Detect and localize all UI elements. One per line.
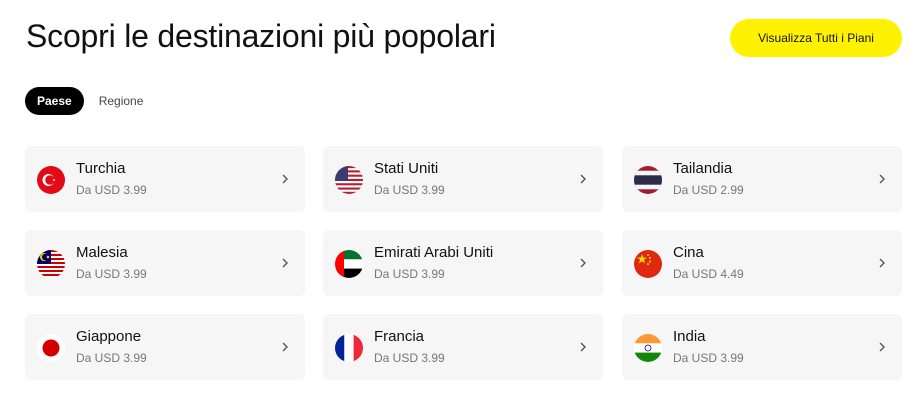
destination-price: Da USD 4.49 (673, 267, 744, 281)
chevron-right-icon (279, 256, 291, 270)
malaysia-flag-icon (37, 250, 65, 278)
chevron-right-icon (577, 340, 589, 354)
chevron-right-icon (577, 256, 589, 270)
japan-flag-icon (37, 334, 65, 362)
france-flag-icon (335, 334, 363, 362)
destination-card-malaysia[interactable]: Malesia Da USD 3.99 (25, 230, 305, 296)
destination-card-uae[interactable]: Emirati Arabi Uniti Da USD 3.99 (323, 230, 603, 296)
destination-card-thailand[interactable]: Tailandia Da USD 2.99 (622, 146, 902, 212)
uae-flag-icon (335, 250, 363, 278)
destination-price: Da USD 3.99 (76, 267, 147, 281)
destination-name: Malesia (76, 244, 128, 261)
destination-name: India (673, 328, 706, 345)
destination-price: Da USD 3.99 (374, 267, 445, 281)
destination-card-china[interactable]: Cina Da USD 4.49 (622, 230, 902, 296)
destination-price: Da USD 3.99 (76, 351, 147, 365)
destination-card-france[interactable]: Francia Da USD 3.99 (323, 314, 603, 380)
chevron-right-icon (876, 256, 888, 270)
destination-name: Stati Uniti (374, 160, 439, 177)
destination-price: Da USD 3.99 (374, 183, 445, 197)
tab-region[interactable]: Regione (87, 87, 156, 115)
india-flag-icon (634, 334, 662, 362)
destination-name: Emirati Arabi Uniti (374, 244, 494, 261)
destination-card-usa[interactable]: Stati Uniti Da USD 3.99 (323, 146, 603, 212)
destination-price: Da USD 3.99 (76, 183, 147, 197)
destination-price: Da USD 2.99 (673, 183, 744, 197)
chevron-right-icon (876, 172, 888, 186)
chevron-right-icon (577, 172, 589, 186)
destination-card-turkey[interactable]: Turchia Da USD 3.99 (25, 146, 305, 212)
turkey-flag-icon (37, 166, 65, 194)
destination-name: Cina (673, 244, 704, 261)
usa-flag-icon (335, 166, 363, 194)
chevron-right-icon (279, 340, 291, 354)
destination-price: Da USD 3.99 (374, 351, 445, 365)
destination-name: Tailandia (673, 160, 733, 177)
destination-card-japan[interactable]: Giappone Da USD 3.99 (25, 314, 305, 380)
chevron-right-icon (279, 172, 291, 186)
china-flag-icon (634, 250, 662, 278)
destination-card-india[interactable]: India Da USD 3.99 (622, 314, 902, 380)
page-title: Scopri le destinazioni più popolari (26, 18, 496, 54)
chevron-right-icon (876, 340, 888, 354)
destination-name: Turchia (76, 160, 126, 177)
filter-tabs: Paese Regione (25, 87, 155, 115)
tab-country[interactable]: Paese (25, 87, 84, 115)
destination-name: Giappone (76, 328, 142, 345)
thailand-flag-icon (634, 166, 662, 194)
destination-name: Francia (374, 328, 425, 345)
destination-price: Da USD 3.99 (673, 351, 744, 365)
view-all-plans-button[interactable]: Visualizza Tutti i Piani (730, 19, 902, 57)
